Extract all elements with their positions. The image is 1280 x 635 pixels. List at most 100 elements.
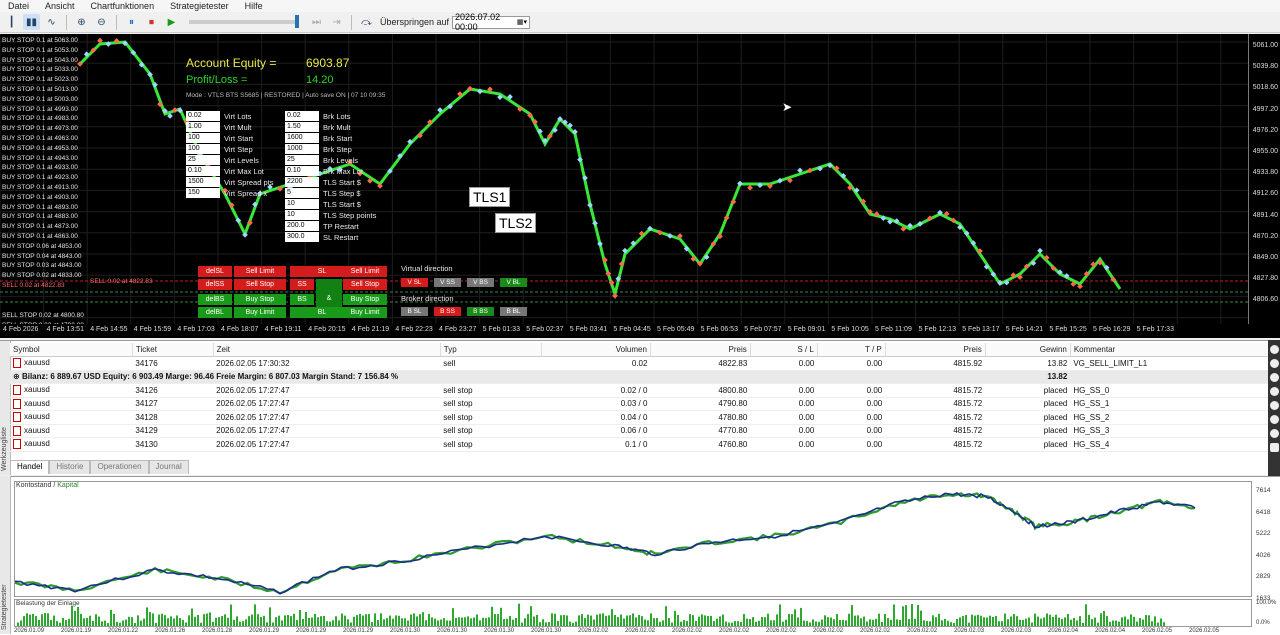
sell-stop-button[interactable]: Sell Stop (234, 279, 286, 290)
param-input[interactable]: 1000 (285, 144, 319, 155)
speed-slider[interactable] (189, 15, 299, 28)
tool-circle-icon[interactable] (1269, 429, 1279, 438)
menu-ansicht[interactable]: Ansicht (37, 1, 83, 11)
param-input[interactable]: 1500 (186, 177, 220, 188)
strategy-tester-side-tab[interactable]: Strategietester (0, 476, 11, 634)
column-header[interactable]: Kommentar (1070, 343, 1271, 357)
param-input[interactable]: 25 (186, 155, 220, 166)
param-input[interactable]: 100 (186, 133, 220, 144)
sell-limit-alt-button[interactable]: Sell Limit (343, 266, 387, 277)
param-input[interactable]: 2200 (285, 177, 319, 188)
sell-limit-button[interactable]: Sell Limit (234, 266, 286, 277)
skip-date-input[interactable]: 2026.07.02 00:00 ▦▾ (452, 12, 531, 32)
play-icon[interactable]: ▶ (163, 14, 180, 30)
param-input[interactable]: 5 (285, 188, 319, 199)
menu-strategietester[interactable]: Strategietester (162, 1, 237, 11)
column-header[interactable]: Typ (440, 343, 542, 357)
column-header[interactable]: S / L (750, 343, 818, 357)
table-row[interactable]: xauusd 34129 2026.02.05 17:27:47 sell stop 0… (10, 424, 1270, 438)
param-input[interactable]: 0.10 (285, 166, 319, 177)
v-sl-button[interactable]: V SL (401, 278, 428, 287)
column-header[interactable]: Volumen (541, 343, 651, 357)
column-header[interactable]: Gewinn (985, 343, 1071, 357)
column-header[interactable]: Preis (885, 343, 986, 357)
tab-historie[interactable]: Historie (49, 460, 91, 474)
line-chart-icon[interactable]: ∿ (43, 14, 60, 30)
b-sl-button[interactable]: B SL (401, 307, 428, 316)
param-label: TLS Start $ (323, 177, 361, 187)
menu-chartfunktionen[interactable]: Chartfunktionen (83, 1, 163, 11)
step-icon[interactable]: ⏭ (308, 14, 325, 30)
tool-circle-icon[interactable] (1269, 373, 1279, 382)
table-row[interactable]: xauusd 34128 2026.02.05 17:27:47 sell stop 0… (10, 410, 1270, 425)
param-input[interactable]: 0.02 (285, 111, 319, 122)
gear-icon[interactable] (1269, 443, 1279, 452)
del-sl-button[interactable]: delSL (198, 266, 232, 277)
tool-circle-icon[interactable] (1269, 401, 1279, 410)
load-bar (200, 622, 202, 626)
param-input[interactable]: 10 (285, 199, 319, 210)
v-bs-button[interactable]: V BS (467, 278, 494, 287)
table-row[interactable]: xauusd 34127 2026.02.05 17:27:47 sell stop 0… (10, 397, 1270, 411)
ss-button[interactable]: SS (290, 279, 314, 290)
load-bar (230, 604, 232, 626)
table-cell: 4815.72 (885, 437, 986, 452)
load-bar (962, 615, 964, 626)
tool-circle-icon[interactable] (1269, 415, 1279, 424)
column-header[interactable]: Zeit (213, 343, 441, 357)
calendar-icon[interactable]: ▦▾ (517, 18, 527, 26)
param-input[interactable]: 1.50 (285, 122, 319, 133)
column-header[interactable]: Preis (650, 343, 751, 357)
speed-slider-thumb[interactable] (295, 15, 299, 28)
del-ss-button[interactable]: delSS (198, 279, 232, 290)
param-input[interactable]: 200.0 (285, 221, 319, 232)
table-row[interactable]: xauusd 34130 2026.02.05 17:27:47 sell stop 0… (10, 437, 1270, 452)
param-input[interactable]: 100 (186, 144, 220, 155)
candle-chart-icon[interactable]: ▮▮ (23, 14, 40, 30)
buy-stop-alt-button[interactable]: Buy Stop (343, 294, 387, 305)
tool-circle-icon[interactable] (1269, 359, 1279, 368)
zoom-out-icon[interactable]: ⊖ (93, 14, 110, 30)
param-input[interactable]: 0.10 (186, 166, 220, 177)
menu-datei[interactable]: Datei (0, 1, 37, 11)
table-row[interactable]: xauusd 34126 2026.02.05 17:27:47 sell stop 0… (10, 383, 1270, 398)
param-input[interactable]: 10 (285, 210, 319, 221)
b-ss-button[interactable]: B SS (434, 307, 461, 316)
buy-stop-button[interactable]: Buy Stop (234, 294, 286, 305)
del-bs-button[interactable]: delBS (198, 294, 232, 305)
stop-icon[interactable]: ⏹ (143, 14, 160, 30)
param-input[interactable]: 300.0 (285, 232, 319, 243)
tool-circle-icon[interactable] (1269, 387, 1279, 396)
buy-limit-button[interactable]: Buy Limit (234, 307, 286, 318)
tab-operationen[interactable]: Operationen (90, 460, 149, 474)
b-bs-button[interactable]: B BS (467, 307, 494, 316)
skip-icon[interactable]: ⇥ (328, 14, 345, 30)
tab-journal[interactable]: Journal (148, 460, 189, 474)
column-header[interactable]: Symbol (10, 343, 133, 357)
buy-limit-alt-button[interactable]: Buy Limit (343, 307, 387, 318)
param-input[interactable]: 150 (186, 188, 220, 199)
time-tick: 5 Feb 06:53 (700, 326, 738, 333)
param-input[interactable]: 1.00 (186, 122, 220, 133)
sell-stop-alt-button[interactable]: Sell Stop (343, 279, 387, 290)
b-bl-button[interactable]: B BL (500, 307, 527, 316)
menu-hilfe[interactable]: Hilfe (237, 1, 271, 11)
param-input[interactable]: 0.02 (186, 111, 220, 122)
zoom-in-icon[interactable]: ⊕ (73, 14, 90, 30)
tool-circle-icon[interactable] (1269, 345, 1279, 354)
v-ss-button[interactable]: V SS (434, 278, 461, 287)
del-bl-button[interactable]: delBL (198, 307, 232, 318)
load-bar (413, 613, 415, 626)
column-header[interactable]: Ticket (132, 343, 214, 357)
tab-handel[interactable]: Handel (10, 460, 50, 474)
column-header[interactable]: T / P (817, 343, 886, 357)
pause-icon[interactable]: ⏸ (123, 14, 140, 30)
param-input[interactable]: 25 (285, 155, 319, 166)
price-chart[interactable]: BUY STOP 0.1 at 5063.00 BUY STOP 0.1 at 5… (0, 34, 1248, 324)
bar-chart-icon[interactable]: ┃ (3, 14, 20, 30)
param-input[interactable]: 1600 (285, 133, 319, 144)
bs-button[interactable]: BS (290, 294, 314, 305)
v-bl-button[interactable]: V BL (500, 278, 527, 287)
load-bar (1088, 614, 1090, 626)
table-row[interactable]: xauusd 34176 2026.02.05 17:30:32 sell 0.02 48… (10, 356, 1270, 371)
